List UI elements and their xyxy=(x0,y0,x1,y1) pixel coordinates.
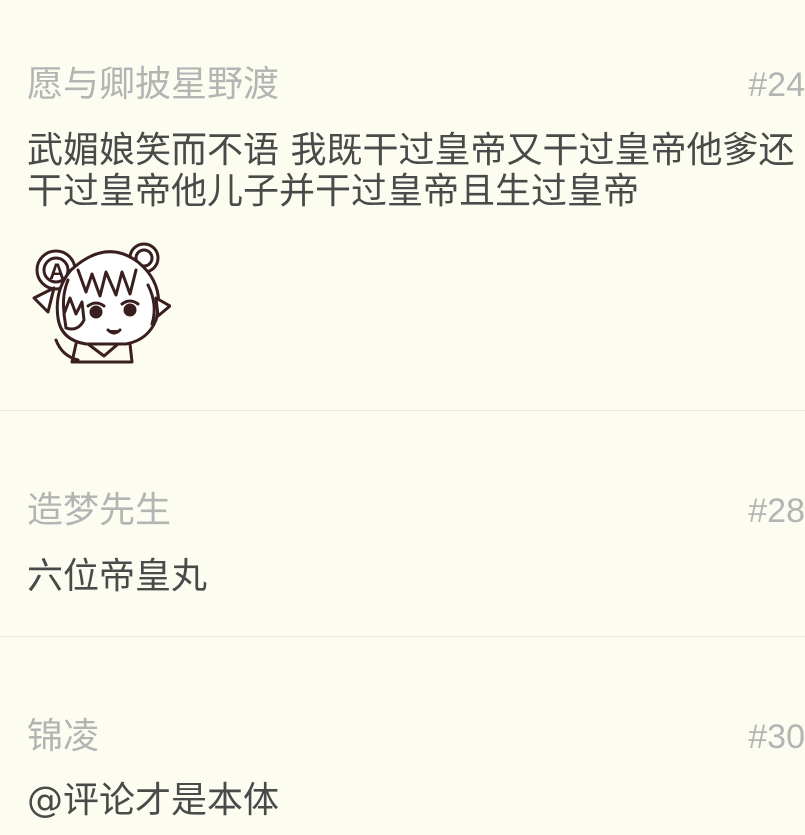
comment-list: 愿与卿披星野渡 #24 武媚娘笑而不语 我既干过皇帝又干过皇帝他爹还干过皇帝他儿… xyxy=(0,0,805,835)
comment-header: 愿与卿披星野渡 #24 xyxy=(0,60,805,110)
comment-item: 造梦先生 #28 六位帝皇丸 xyxy=(0,411,805,636)
anime-girl-sticker: A xyxy=(26,240,172,368)
comment-text: @评论才是本体 xyxy=(27,780,280,821)
comment-floor-number: #28 xyxy=(748,492,805,530)
comment-username[interactable]: 锦凌 xyxy=(27,712,99,762)
comment-header: 锦凌 #30 xyxy=(0,712,805,762)
svg-text:A: A xyxy=(49,259,65,284)
comment-header: 造梦先生 #28 xyxy=(0,486,805,536)
comment-text: 六位帝皇丸 xyxy=(27,556,208,597)
comment-item: 锦凌 #30 @评论才是本体 xyxy=(0,637,805,835)
comment-username[interactable]: 愿与卿披星野渡 xyxy=(27,60,279,110)
comment-floor-number: #30 xyxy=(748,718,805,756)
comment-username[interactable]: 造梦先生 xyxy=(27,486,171,536)
comment-text: 武媚娘笑而不语 我既干过皇帝又干过皇帝他爹还干过皇帝他儿子并干过皇帝且生过皇帝 xyxy=(27,130,795,212)
comment-floor-number: #24 xyxy=(748,66,805,104)
comment-item: 愿与卿披星野渡 #24 武媚娘笑而不语 我既干过皇帝又干过皇帝他爹还干过皇帝他儿… xyxy=(0,0,805,410)
